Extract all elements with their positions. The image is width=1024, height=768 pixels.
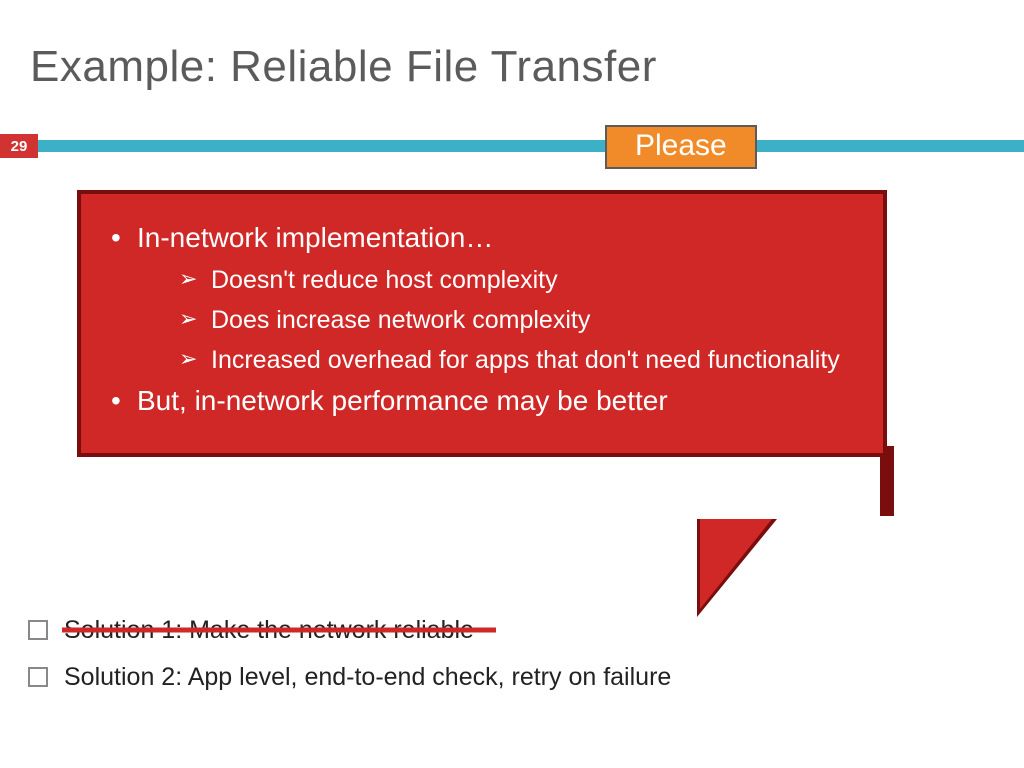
please-tag: Please (605, 125, 757, 169)
bullet-main-2: But, in-network performance may be bette… (129, 385, 853, 417)
solution-2: Solution 2: App level, end-to-end check,… (28, 661, 994, 694)
slide-title: Example: Reliable File Transfer (30, 42, 657, 92)
strikethrough-line (62, 628, 496, 633)
sub-bullets: Doesn't reduce host complexity Does incr… (179, 264, 853, 377)
sub-bullet: Increased overhead for apps that don't n… (179, 344, 853, 378)
solution-1: Solution 1: Make the network reliable (28, 614, 994, 647)
callout-bubble: In-network implementation… Doesn't reduc… (77, 190, 887, 457)
sub-bullet: Doesn't reduce host complexity (179, 264, 853, 298)
page-number-badge: 29 (0, 134, 38, 158)
bullet-main-1: In-network implementation… (129, 222, 853, 254)
speech-tail (700, 519, 772, 609)
solution-1-text: Solution 1: Make the network reliable (64, 614, 474, 647)
divider-bar (0, 140, 1024, 152)
solutions-list: Solution 1: Make the network reliable So… (28, 614, 994, 707)
sub-bullet: Does increase network complexity (179, 304, 853, 338)
